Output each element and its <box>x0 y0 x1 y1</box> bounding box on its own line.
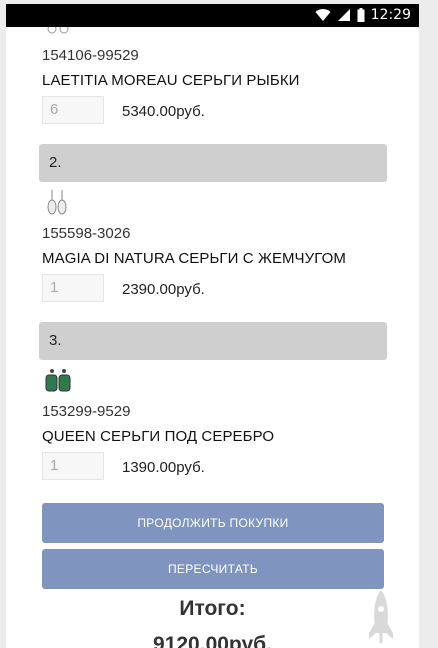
item-3-price: 1390.00руб. <box>122 459 205 476</box>
item-3-name[interactable]: QUEEN СЕРЬГИ ПОД СЕРЕБРО <box>42 428 274 445</box>
item-3-number: 3. <box>49 332 62 349</box>
item-1-price: 5340.00руб. <box>122 103 205 120</box>
signal-icon <box>337 9 350 21</box>
item-3-number-bar: 3. <box>39 322 387 360</box>
item-2-number: 2. <box>49 154 62 171</box>
wifi-icon <box>315 9 331 21</box>
item-3-sku: 153299-9529 <box>42 403 131 420</box>
status-time: 12:29 <box>370 7 411 23</box>
item-3-quantity-input[interactable]: 1 <box>42 452 104 480</box>
total-value: 9120.00руб. <box>153 633 272 648</box>
total-label: Итого: <box>179 597 246 620</box>
item-2-sku: 155598-3026 <box>42 225 131 242</box>
item-2-name[interactable]: MAGIA DI NATURA СЕРЬГИ С ЖЕМЧУГОМ <box>42 250 346 267</box>
item-2-price: 2390.00руб. <box>122 281 205 298</box>
item-2-number-bar: 2. <box>39 144 387 182</box>
rocket-icon[interactable] <box>367 589 395 645</box>
item-1-name[interactable]: LAETITIA MOREAU СЕРЬГИ РЫБКИ <box>42 72 300 89</box>
item-3-thumbnail[interactable] <box>44 367 72 395</box>
item-1-quantity-input[interactable]: 6 <box>42 96 104 124</box>
recalculate-button[interactable]: ПЕРЕСЧИТАТЬ <box>42 549 384 589</box>
status-bar: 12:29 <box>6 4 419 27</box>
cart-page: 154106-99529 LAETITIA MOREAU СЕРЬГИ РЫБК… <box>6 27 419 648</box>
item-2-thumbnail[interactable] <box>44 188 70 218</box>
item-1-thumbnail[interactable] <box>44 27 72 37</box>
item-2-quantity-input[interactable]: 1 <box>42 274 104 302</box>
item-1-sku: 154106-99529 <box>42 47 139 64</box>
continue-shopping-button[interactable]: ПРОДОЛЖИТЬ ПОКУПКИ <box>42 503 384 543</box>
battery-icon <box>357 8 365 22</box>
